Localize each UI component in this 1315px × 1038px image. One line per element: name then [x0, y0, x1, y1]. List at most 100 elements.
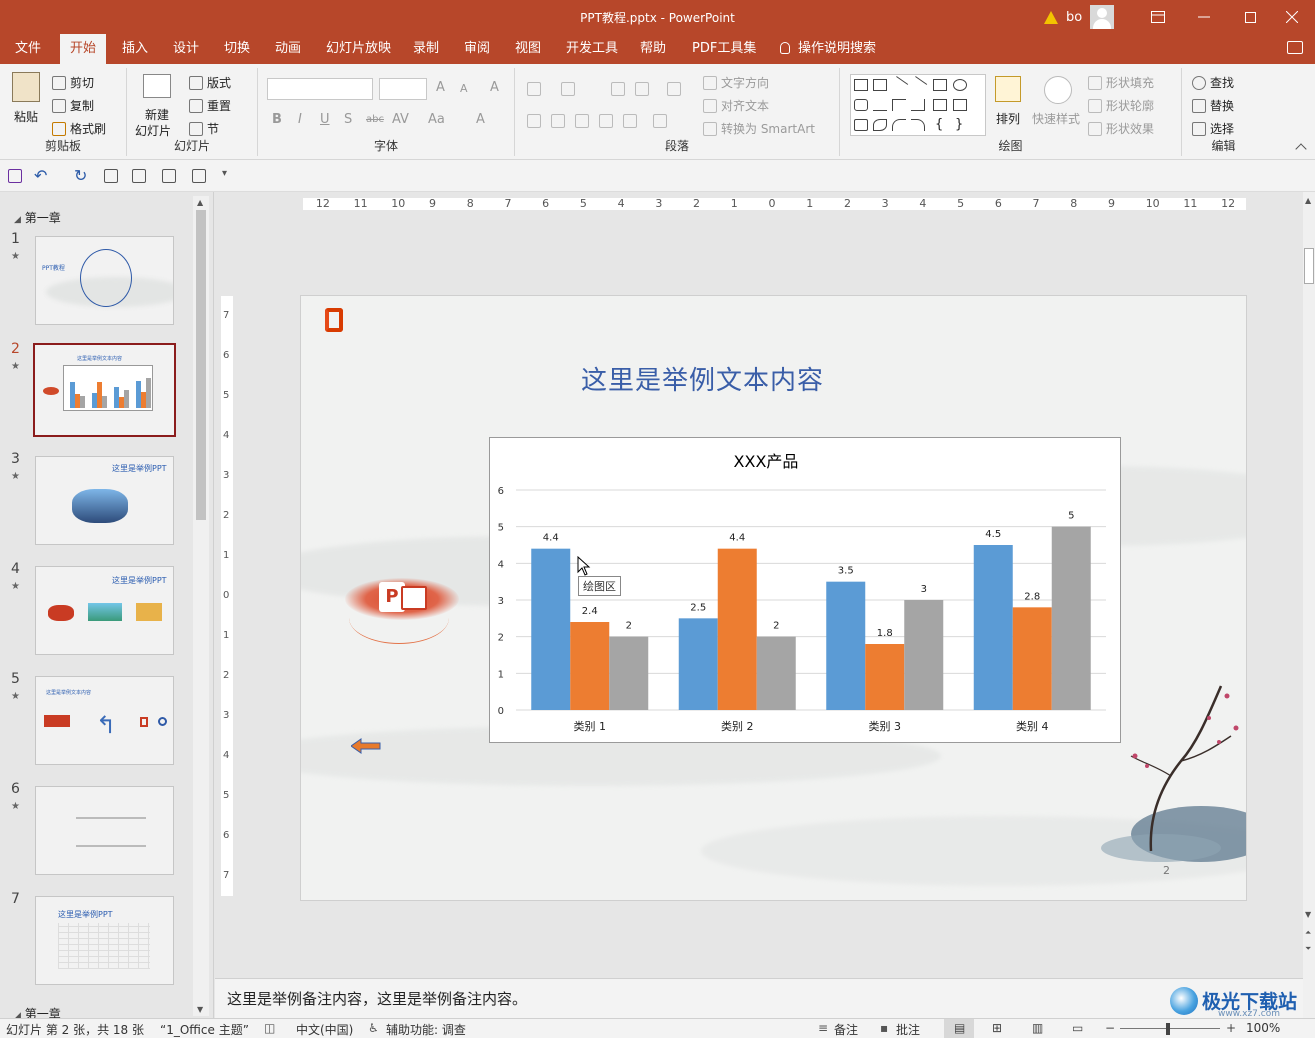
numbering-icon[interactable] — [561, 82, 575, 96]
chart-area[interactable]: XXX产品 0 1 2 3 4 5 6 4.4 2.4 2 类别 1 2.5 4.4 2 类别 2 3.5 1.8… — [489, 437, 1121, 743]
minimize-button[interactable] — [1181, 0, 1227, 34]
tab-design[interactable]: 设计 — [163, 34, 209, 64]
scroll-up-icon[interactable]: ▲ — [1305, 196, 1311, 205]
slideshow-icon[interactable]: ▭ — [1072, 1021, 1083, 1035]
down-arrow-shape-icon[interactable] — [953, 99, 967, 111]
warning-icon[interactable] — [1044, 10, 1058, 24]
scroll-down-icon[interactable]: ▼ — [197, 1005, 203, 1014]
find-button[interactable]: 查找 — [1192, 74, 1234, 91]
present-icon[interactable] — [162, 169, 176, 183]
rounded-rect-shape-icon[interactable] — [854, 99, 868, 111]
scroll-down-icon[interactable]: ▼ — [1305, 910, 1311, 919]
customize-qat-icon[interactable]: ▾ — [222, 168, 227, 179]
shrink-font-icon[interactable]: A — [460, 82, 468, 95]
elbow-arrow-shape-icon[interactable] — [911, 99, 925, 111]
back-arrow-icon[interactable] — [351, 738, 381, 754]
undo-icon[interactable]: ↶ — [34, 166, 47, 185]
section-label[interactable]: ◢ 第一章 — [14, 209, 61, 226]
cut-button[interactable]: 剪切 — [52, 74, 94, 91]
scrollbar-thumb[interactable] — [196, 210, 206, 520]
line-shape-icon[interactable] — [889, 76, 909, 94]
tab-insert[interactable]: 插入 — [112, 34, 158, 64]
accessibility-icon[interactable]: ♿ — [368, 1021, 379, 1035]
paste-button[interactable]: 粘贴 — [14, 108, 38, 125]
user-name[interactable]: bo — [1066, 10, 1082, 25]
font-size-combo[interactable] — [379, 78, 427, 100]
tab-help[interactable]: 帮助 — [630, 34, 676, 64]
bullets-icon[interactable] — [527, 82, 541, 96]
arrow-shape-icon[interactable] — [908, 76, 928, 94]
arc-shape-icon[interactable] — [892, 119, 906, 131]
tab-file[interactable]: 文件 — [5, 34, 51, 64]
smartart-button[interactable]: 转换为 SmartArt — [703, 120, 815, 137]
align-text-button[interactable]: 对齐文本 — [703, 97, 769, 114]
normal-view-icon[interactable]: ▤ — [954, 1021, 965, 1035]
slide-thumbnail-2[interactable]: 这里是举例文本内容 — [33, 343, 176, 437]
quick-styles-button[interactable]: 快速样式 — [1032, 110, 1080, 127]
distributed-icon[interactable] — [623, 114, 637, 128]
accessibility-status[interactable]: 辅助功能: 调查 — [386, 1021, 466, 1038]
elbow-connector-shape-icon[interactable] — [892, 99, 906, 111]
user-area[interactable]: bo — [1044, 4, 1115, 30]
vertical-ruler[interactable]: 7 6 5 4 3 2 1 0 1 2 3 4 5 6 7 — [221, 296, 233, 896]
comments-button[interactable]: 批注 — [896, 1021, 920, 1038]
ribbon-display-button[interactable] — [1135, 0, 1181, 34]
collapse-ribbon-icon[interactable] — [1295, 143, 1307, 155]
replace-button[interactable]: 替换 — [1192, 97, 1234, 114]
slide-sorter-icon[interactable]: ⊞ — [992, 1021, 1002, 1035]
curve-shape-icon[interactable] — [873, 119, 887, 131]
tab-review[interactable]: 审阅 — [454, 34, 500, 64]
slide-thumbnail-5[interactable]: 这里是举例文本内容 ↰ — [35, 676, 174, 765]
vertical-textbox-shape-icon[interactable] — [873, 79, 887, 91]
font-color-icon[interactable]: A — [476, 112, 485, 127]
italic-icon[interactable]: I — [298, 112, 302, 127]
textbox-icon[interactable] — [132, 169, 146, 183]
char-spacing-icon[interactable]: AV — [392, 112, 409, 127]
align-center-icon[interactable] — [551, 114, 565, 128]
shape-effects-button[interactable]: 形状效果 — [1088, 120, 1154, 137]
shapes-gallery[interactable]: { } — [850, 74, 986, 136]
zoom-slider[interactable] — [1120, 1028, 1220, 1029]
reading-view-icon[interactable]: ▥ — [1032, 1021, 1043, 1035]
reset-button[interactable]: 重置 — [189, 97, 231, 114]
textbox-shape-icon[interactable] — [854, 79, 868, 91]
next-slide-icon[interactable]: ⏷ — [1305, 944, 1311, 954]
zoom-slider-handle[interactable] — [1166, 1023, 1170, 1035]
zoom-in-icon[interactable]: + — [1226, 1021, 1236, 1035]
spell-check-icon[interactable]: ◫ — [264, 1021, 275, 1035]
tab-view[interactable]: 视图 — [505, 34, 551, 64]
columns-icon[interactable] — [653, 114, 667, 128]
wave-shape-icon[interactable] — [911, 119, 925, 131]
slide-thumbnail-7[interactable]: 这里是举例PPT — [35, 896, 174, 985]
line-spacing-icon[interactable] — [667, 82, 681, 96]
triangle-shape-icon[interactable] — [873, 99, 887, 111]
layout-button[interactable]: 版式 — [189, 74, 231, 91]
right-arrow-shape-icon[interactable] — [933, 99, 947, 111]
avatar[interactable] — [1090, 5, 1115, 29]
slide-thumbnail-1[interactable]: PPT教程 — [35, 236, 174, 325]
thumbnails-scrollbar[interactable]: ▲ ▼ — [193, 196, 209, 1016]
clear-format-icon[interactable]: A — [490, 80, 499, 95]
horizontal-ruler[interactable]: 12 11 10 9 8 7 6 5 4 3 2 1 0 1 2 3 4 5 6 7 8 9 10 11 12 — [303, 197, 1246, 210]
previous-slide-icon[interactable]: ⏶ — [1305, 928, 1311, 938]
section-button[interactable]: 节 — [189, 120, 219, 137]
callout-shape-icon[interactable] — [854, 119, 868, 131]
collapse-section-icon[interactable]: ◢ — [14, 1011, 21, 1018]
close-button[interactable] — [1269, 0, 1315, 34]
tab-home[interactable]: 开始 — [60, 34, 107, 64]
editor-scrollbar[interactable]: ▲ ▼ ⏶ ⏷ — [1303, 192, 1315, 1018]
oval-shape-icon[interactable] — [953, 79, 967, 91]
format-painter-button[interactable]: 格式刷 — [52, 120, 106, 137]
align-right-icon[interactable] — [575, 114, 589, 128]
increase-indent-icon[interactable] — [635, 82, 649, 96]
copy-button[interactable]: 复制 — [52, 97, 94, 114]
shadow-icon[interactable]: S — [344, 112, 352, 127]
slide-thumbnail-6[interactable] — [35, 786, 174, 875]
tab-slideshow[interactable]: 幻灯片放映 — [316, 34, 401, 64]
new-slide-icon[interactable] — [143, 74, 171, 98]
quick-styles-icon[interactable] — [1044, 76, 1072, 104]
notes-icon[interactable]: ≡ — [818, 1021, 828, 1035]
tab-pdf-tools[interactable]: PDF工具集 — [682, 34, 766, 64]
notes-pane[interactable]: 这里是举例备注内容，这里是举例备注内容。 — [215, 978, 1303, 1018]
font-name-combo[interactable] — [267, 78, 373, 100]
